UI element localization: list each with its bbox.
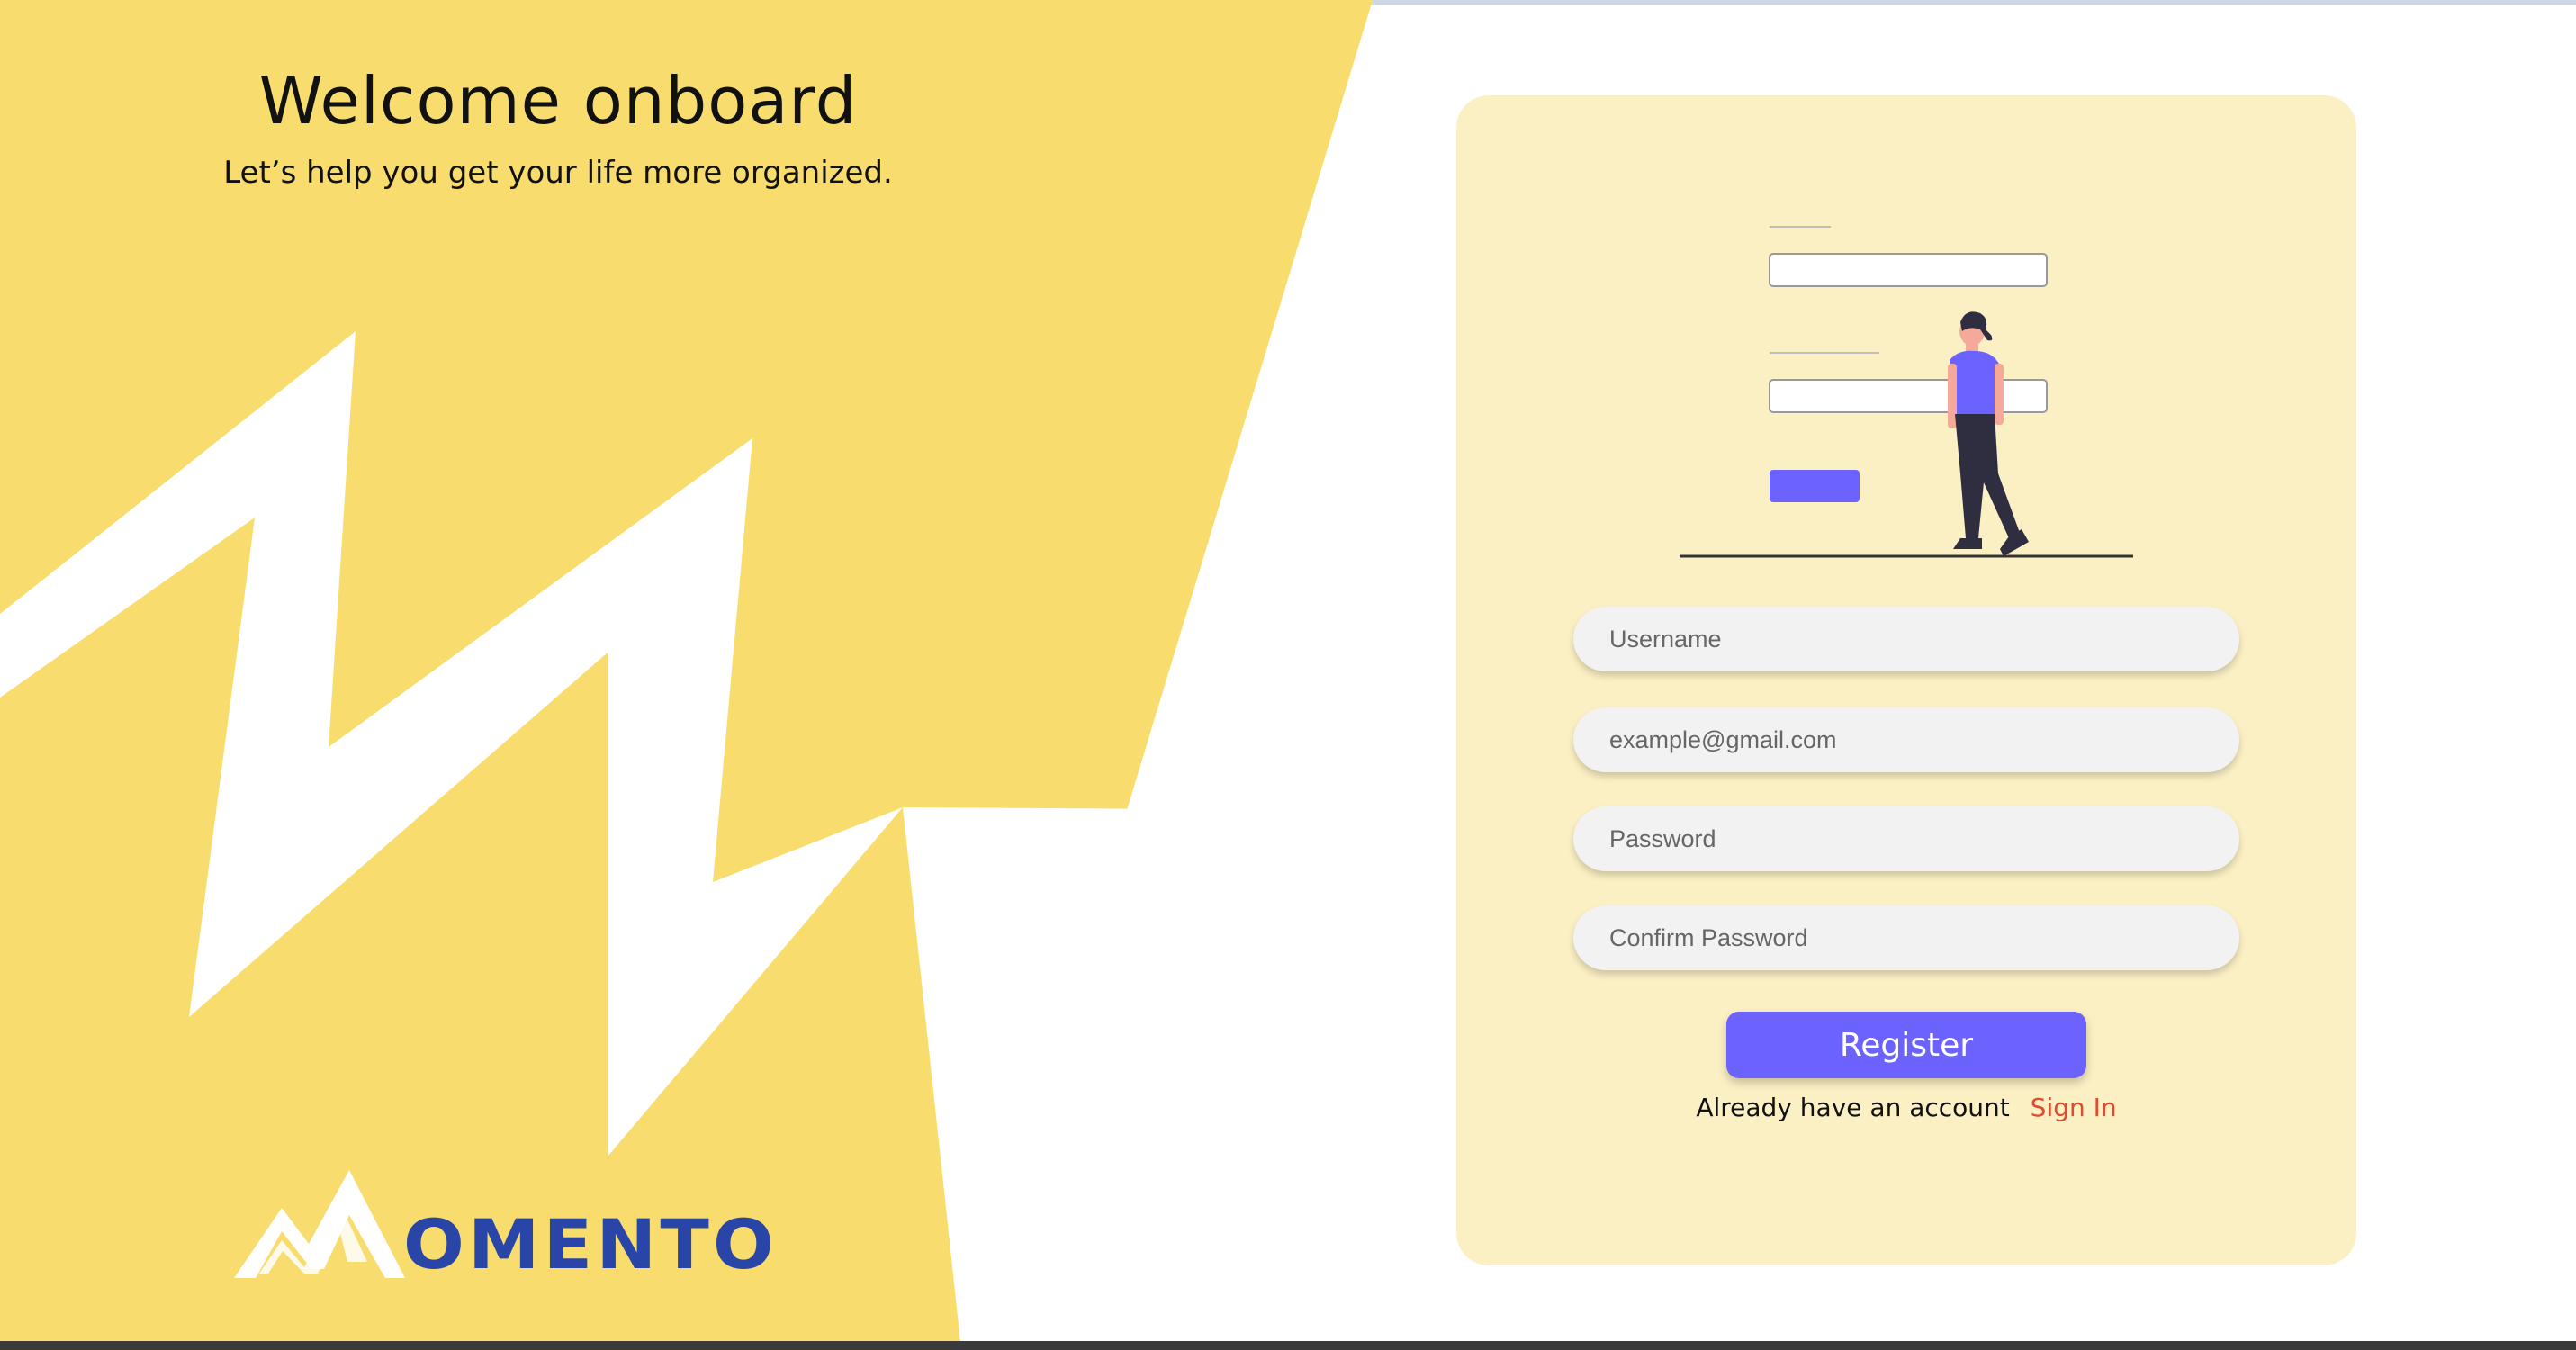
signin-prompt: Already have an account bbox=[1696, 1093, 2010, 1122]
mountain-m-logo-icon bbox=[234, 1170, 405, 1278]
logo-wordmark: OMENTO bbox=[403, 1204, 779, 1284]
confirm-password-field[interactable] bbox=[1573, 905, 2239, 970]
person-figure bbox=[1948, 311, 2029, 556]
welcome-title: Welcome onboard bbox=[258, 63, 858, 139]
register-button[interactable]: Register bbox=[1726, 1012, 2086, 1078]
register-card: Register Already have an account Sign In bbox=[1456, 95, 2356, 1265]
welcome-subtitle: Let’s help you get your life more organi… bbox=[223, 155, 893, 191]
username-field[interactable] bbox=[1573, 607, 2239, 671]
signup-illustration bbox=[1680, 226, 2133, 558]
signin-link[interactable]: Sign In bbox=[2031, 1093, 2117, 1122]
password-field[interactable] bbox=[1573, 806, 2239, 871]
browser-bottom-strip bbox=[0, 1341, 2576, 1350]
momento-logo: OMENTO bbox=[232, 1161, 774, 1287]
signin-row: Already have an account Sign In bbox=[1456, 1093, 2356, 1122]
email-field[interactable] bbox=[1573, 707, 2239, 772]
